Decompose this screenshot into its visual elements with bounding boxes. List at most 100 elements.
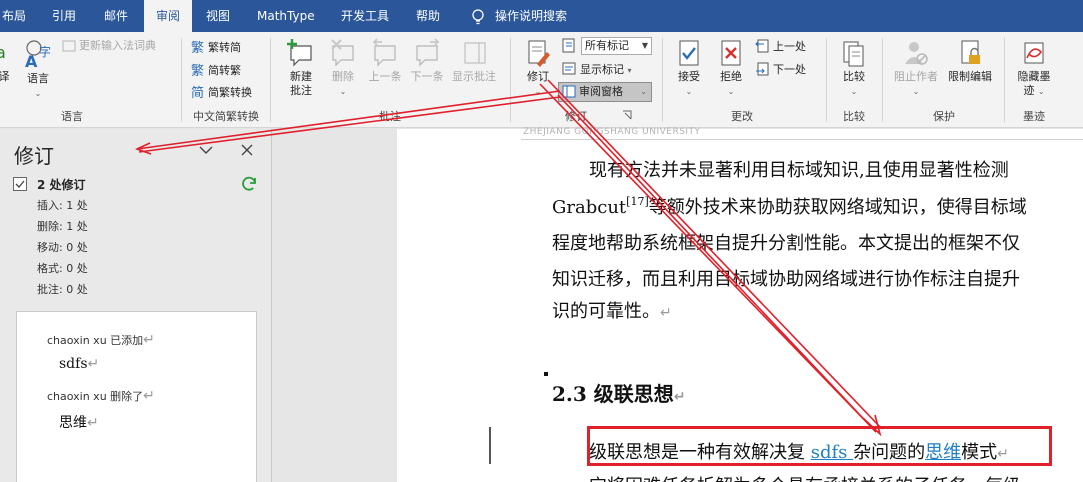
compare-label: 比较 [843, 70, 865, 83]
reject-icon [721, 40, 741, 66]
language-icon: A 字 [25, 40, 51, 70]
tab-view[interactable]: 视图 [206, 0, 230, 32]
body-line-2[interactable]: Grabcut[17]等额外技术来协助获取网络域知识，使得目标域 [552, 193, 1027, 219]
next-comment-button[interactable]: 下一条 [406, 38, 448, 84]
paragraph-mark: ↵ [143, 332, 155, 348]
next-change-button[interactable]: 下一处 [755, 62, 806, 77]
paragraph-mark: ↵ [143, 388, 155, 404]
compare-button[interactable]: 比较 ⌄ [836, 38, 872, 99]
tab-mathtype[interactable]: MathType [257, 0, 315, 32]
list-bullet [544, 372, 548, 376]
reject-button[interactable]: 拒绝 ⌄ [714, 38, 748, 99]
group-label-ink: 墨迹 [1023, 110, 1045, 123]
group-label-protect: 保护 [933, 110, 955, 123]
revision-list: chaoxin xu 已添加↵ sdfs↵ chaoxin xu 删除了↵ 思维… [16, 311, 257, 482]
stat-formatting: 格式: 0 处 [37, 262, 88, 275]
tab-layout[interactable]: 布局 [2, 0, 26, 32]
ribbon-tab-bar: 布局 引用 邮件 审阅 视图 MathType 开发工具 帮助 操作说明搜索 [0, 0, 1083, 32]
show-markup-button[interactable]: 显示标记 ▾ [562, 62, 632, 78]
body-line-next[interactable]: 它将困难任务拆解为多个具有承接关系的子任务，每级 [589, 472, 1021, 482]
page-header: ZHEJIANG GONGSHANG UNIVERSITY [523, 127, 701, 137]
svg-text:A: A [25, 52, 38, 70]
group-separator [270, 38, 271, 122]
reject-label: 拒绝 [720, 70, 742, 83]
tell-me-search[interactable]: 操作说明搜索 [495, 0, 567, 32]
new-comment-button[interactable]: 新建 批注 [282, 38, 320, 98]
to-simplified-label: 繁转简 [208, 41, 241, 54]
chevron-down-icon: ⌄ [912, 87, 920, 96]
next-change-label: 下一处 [773, 63, 806, 76]
next-change-icon [756, 62, 769, 76]
previous-comment-icon [372, 38, 396, 67]
track-changes-button[interactable]: 修订 ⌄ [520, 38, 556, 99]
refresh-icon[interactable] [240, 175, 258, 193]
revision-text[interactable]: sdfs↵ [59, 356, 99, 372]
accept-button[interactable]: 接受 ⌄ [672, 38, 706, 99]
reviewing-pane-button[interactable]: 审阅窗格 ⌄ [558, 82, 652, 102]
pane-title: 修订 [14, 144, 54, 168]
body-line-3[interactable]: 程度地帮助系统框架自提升分割性能。本文提出的框架不仅 [552, 229, 1020, 255]
to-simplified-button[interactable]: 繁繁转简 [191, 40, 241, 56]
hide-ink-icon [1024, 42, 1044, 64]
chevron-down-icon: ⌄ [685, 87, 693, 96]
previous-change-label: 上一处 [773, 40, 806, 53]
compare-icon [843, 41, 864, 67]
tab-developer[interactable]: 开发工具 [341, 0, 389, 32]
paragraph-mark: ↵ [87, 415, 99, 431]
group-label-changes: 更改 [731, 110, 753, 123]
group-label-compare: 比较 [843, 110, 865, 123]
translate-button[interactable]: a 译 [0, 38, 12, 84]
to-traditional-button[interactable]: 繁简转繁 [191, 63, 241, 79]
body-line-5-text: 识的可靠性。 [552, 301, 660, 322]
header-rule [521, 139, 1083, 140]
section-heading[interactable]: 2.3 级联思想↵ [552, 378, 686, 407]
hide-ink-button[interactable]: 隐藏墨 迹 ⌄ [1012, 38, 1056, 99]
dictionary-icon [62, 40, 76, 52]
dropdown-arrow-icon: ▼ [641, 41, 648, 50]
close-icon[interactable] [240, 143, 254, 157]
citation-ref: [17] [626, 195, 649, 208]
conversion-icon: 简 [191, 85, 204, 101]
svg-text:繁: 繁 [191, 40, 204, 54]
revision-author[interactable]: chaoxin xu 删除了↵ [47, 388, 155, 404]
group-separator [826, 38, 827, 122]
restrict-editing-button[interactable]: 限制编辑 [944, 38, 996, 84]
reviewing-pane-icon [562, 85, 576, 98]
tab-help[interactable]: 帮助 [416, 0, 440, 32]
block-authors-button[interactable]: 阻止作者 ⌄ [890, 38, 942, 99]
previous-change-button[interactable]: 上一处 [755, 39, 806, 54]
ribbon: a 译 A 字 语言 ⌄ 更新输入法词典 语言 繁繁转简 繁简转繁 简简繁转换 … [0, 32, 1083, 128]
body-line-4[interactable]: 知识迁移，而且利用目标域协助网络域进行协作标注自提升 [552, 265, 1020, 291]
markup-select[interactable]: 所有标记 ▼ [581, 37, 652, 55]
previous-comment-button[interactable]: 上一条 [364, 38, 406, 84]
update-ime-dictionary-button[interactable]: 更新输入法词典 [62, 39, 156, 53]
language-button[interactable]: A 字 语言 ⌄ [20, 38, 56, 101]
group-separator [662, 38, 663, 122]
group-separator [882, 38, 883, 122]
tab-references[interactable]: 引用 [52, 0, 76, 32]
language-label: 语言 [27, 72, 49, 85]
previous-comment-label: 上一条 [368, 70, 402, 83]
revision-author[interactable]: chaoxin xu 已添加↵ [47, 332, 155, 348]
paragraph-mark: ↵ [660, 305, 672, 321]
group-label-tracking: 修订 [565, 110, 587, 123]
chevron-down-icon[interactable] [199, 143, 213, 157]
svg-text:字: 字 [39, 44, 51, 59]
svg-text:繁: 繁 [191, 63, 204, 77]
dialog-launcher-icon[interactable] [622, 110, 632, 120]
lightbulb-icon[interactable] [470, 8, 486, 26]
tab-review[interactable]: 审阅 [144, 0, 192, 32]
body-line-1[interactable]: 现有方法并未显著利用目标域知识,且使用显著性检测 [589, 156, 1009, 182]
conversion-button[interactable]: 简简繁转换 [191, 85, 252, 101]
block-authors-label: 阻止作者 [894, 70, 938, 83]
delete-comment-button[interactable]: 删除 ⌄ [326, 38, 360, 99]
update-ime-label: 更新输入法词典 [79, 39, 156, 52]
revision-text[interactable]: 思维↵ [59, 412, 99, 432]
show-comments-button[interactable]: 显示批注 [448, 38, 500, 84]
to-traditional-label: 简转繁 [208, 64, 241, 77]
body-line-5[interactable]: 识的可靠性。↵ [552, 297, 672, 323]
track-changes-icon [528, 40, 550, 67]
stat-deletions: 删除: 1 处 [37, 220, 88, 233]
summary-toggle-icon[interactable] [13, 177, 27, 191]
tab-mailings[interactable]: 邮件 [104, 0, 128, 32]
